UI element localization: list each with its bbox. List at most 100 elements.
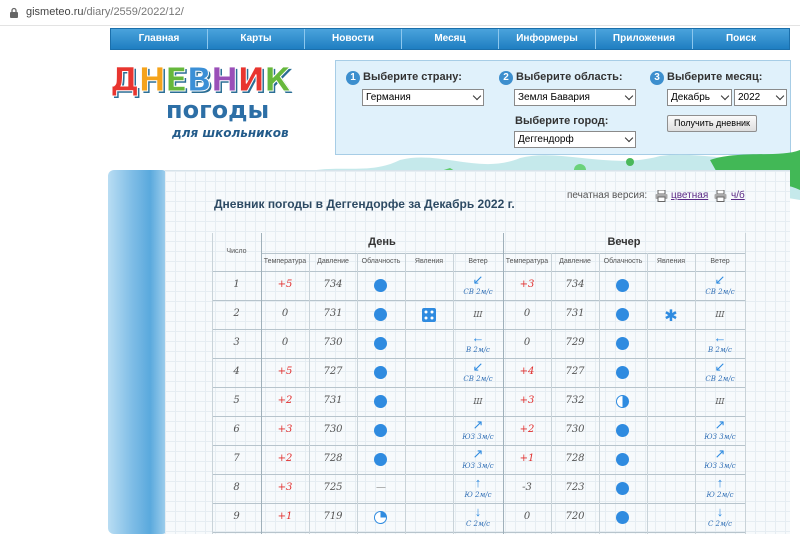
wind-cell: В 2м/с [466, 346, 490, 354]
overcast-icon [374, 452, 387, 466]
wind-cell: Ю 2м/с [464, 491, 492, 499]
chevron-down-icon [472, 91, 482, 101]
date-cell: 2 [233, 307, 240, 319]
day-temp-cell: +3 [277, 481, 293, 493]
evening-header: Вечер [607, 236, 641, 248]
wind-arrow-icon: ↑ [716, 475, 724, 490]
wind-cell: Ш [715, 396, 725, 406]
printer-icon[interactable] [655, 190, 668, 202]
chevron-down-icon [624, 91, 634, 101]
snow-icon: ✱ [664, 305, 678, 325]
date-cell: 3 [233, 336, 240, 348]
nav-month[interactable]: Месяц [402, 29, 499, 49]
wind-cell: Ш [473, 309, 483, 319]
site-info-icon[interactable] [8, 7, 20, 19]
wind-arrow-icon: ↗ [714, 446, 726, 461]
row-divider [212, 532, 745, 533]
evening-pressure-cell: 728 [565, 452, 585, 464]
wind-cell: СВ 2м/с [705, 375, 735, 383]
wind-arrow-icon: ↑ [474, 475, 482, 490]
url-text[interactable]: gismeteo.ru/diary/2559/2022/12/ [26, 6, 184, 18]
wind-arrow-icon: ↙ [714, 272, 726, 287]
mostly-clear-icon [374, 510, 387, 524]
logo-tagline: для школьников [172, 126, 289, 140]
wind-cell: С 2м/с [465, 520, 491, 528]
evening-pressure-cell: 723 [565, 481, 585, 493]
row-divider [212, 300, 745, 301]
day-temp-cell: +1 [277, 510, 293, 522]
overcast-icon [374, 278, 387, 292]
col-divider [405, 253, 406, 534]
sub-header: Явления [414, 258, 444, 265]
evening-temp-cell: +1 [519, 452, 535, 464]
overcast-icon [616, 510, 629, 524]
selection-panel: 1 Выберите страну: Германия 2 Выберите обл… [335, 60, 791, 155]
precipitation-icon [422, 307, 436, 322]
evening-pressure-cell: 720 [565, 510, 585, 522]
overcast-icon [616, 307, 629, 321]
print-bw-link[interactable]: ч/б [731, 190, 745, 201]
step-number: 2 [499, 71, 513, 85]
wind-arrow-icon: ↙ [714, 359, 726, 374]
logo-title: ДНЕВНИК [109, 60, 291, 100]
address-bar[interactable]: gismeteo.ru/diary/2559/2022/12/ [0, 0, 800, 26]
evening-pressure-cell: 731 [565, 307, 585, 319]
evening-pressure-cell: 734 [565, 278, 585, 290]
evening-temp-cell: 0 [523, 510, 531, 522]
page-title: Дневник погоды в Деггендорфе за Декабрь … [214, 197, 515, 211]
country-select[interactable]: Германия [362, 89, 484, 106]
nav-informers[interactable]: Информеры [499, 29, 596, 49]
row-divider [212, 387, 745, 388]
get-diary-button[interactable]: Получить дневник [667, 115, 757, 132]
day-temp-cell: +5 [277, 278, 293, 290]
evening-temp-cell: +4 [519, 365, 535, 377]
evening-temp-cell: +3 [519, 394, 535, 406]
nav-search[interactable]: Поиск [693, 29, 789, 49]
print-color-link[interactable]: цветная [671, 190, 708, 201]
region-select[interactable]: Земля Бавария [514, 89, 636, 106]
col-divider [745, 233, 746, 534]
wind-arrow-icon: ↗ [472, 446, 484, 461]
nav-apps[interactable]: Приложения [596, 29, 693, 49]
site-logo[interactable]: ДНЕВНИК погоды для школьников [108, 58, 328, 144]
chevron-down-icon [720, 91, 730, 101]
evening-temp-cell: +2 [519, 423, 535, 435]
col-divider [599, 253, 600, 534]
wind-arrow-icon: ↗ [714, 417, 726, 432]
sub-header: Облачность [361, 258, 401, 265]
wind-cell: СВ 2м/с [463, 288, 493, 296]
wind-cell: ЮЗ 3м/с [462, 433, 494, 441]
nav-home[interactable]: Главная [111, 29, 208, 49]
month-select[interactable]: Декабрь [667, 89, 732, 106]
col-divider [453, 253, 454, 534]
date-cell: 7 [233, 452, 240, 464]
day-temp-cell: +5 [277, 365, 293, 377]
sub-header: Давление [317, 258, 349, 265]
day-temp-cell: 0 [281, 336, 289, 348]
sub-header: Давление [559, 258, 591, 265]
evening-temp-cell: -3 [522, 481, 532, 493]
day-temp-cell: 0 [281, 307, 289, 319]
day-pressure-cell: 727 [323, 365, 343, 377]
evening-pressure-cell: 730 [565, 423, 585, 435]
chevron-down-icon [775, 91, 785, 101]
day-pressure-cell: 730 [323, 336, 343, 348]
overcast-icon [616, 423, 629, 437]
wind-arrow-icon: ← [713, 330, 727, 345]
nav-maps[interactable]: Карты [208, 29, 305, 49]
nav-news[interactable]: Новости [305, 29, 402, 49]
date-cell: 1 [233, 278, 240, 290]
day-pressure-cell: 730 [323, 423, 343, 435]
step-region: 2 Выберите область: [499, 71, 623, 85]
wind-arrow-icon: ↓ [474, 504, 482, 519]
year-select[interactable]: 2022 [734, 89, 787, 106]
city-select[interactable]: Деггендорф [514, 131, 636, 148]
evening-temp-cell: 0 [523, 336, 531, 348]
wind-arrow-icon: ↙ [472, 359, 484, 374]
date-cell: 6 [233, 423, 240, 435]
printer-icon[interactable] [714, 190, 727, 202]
day-pressure-cell: 728 [323, 452, 343, 464]
evening-temp-cell: +3 [519, 278, 535, 290]
print-label: печатная версия: [567, 190, 648, 201]
evening-pressure-cell: 732 [565, 394, 585, 406]
